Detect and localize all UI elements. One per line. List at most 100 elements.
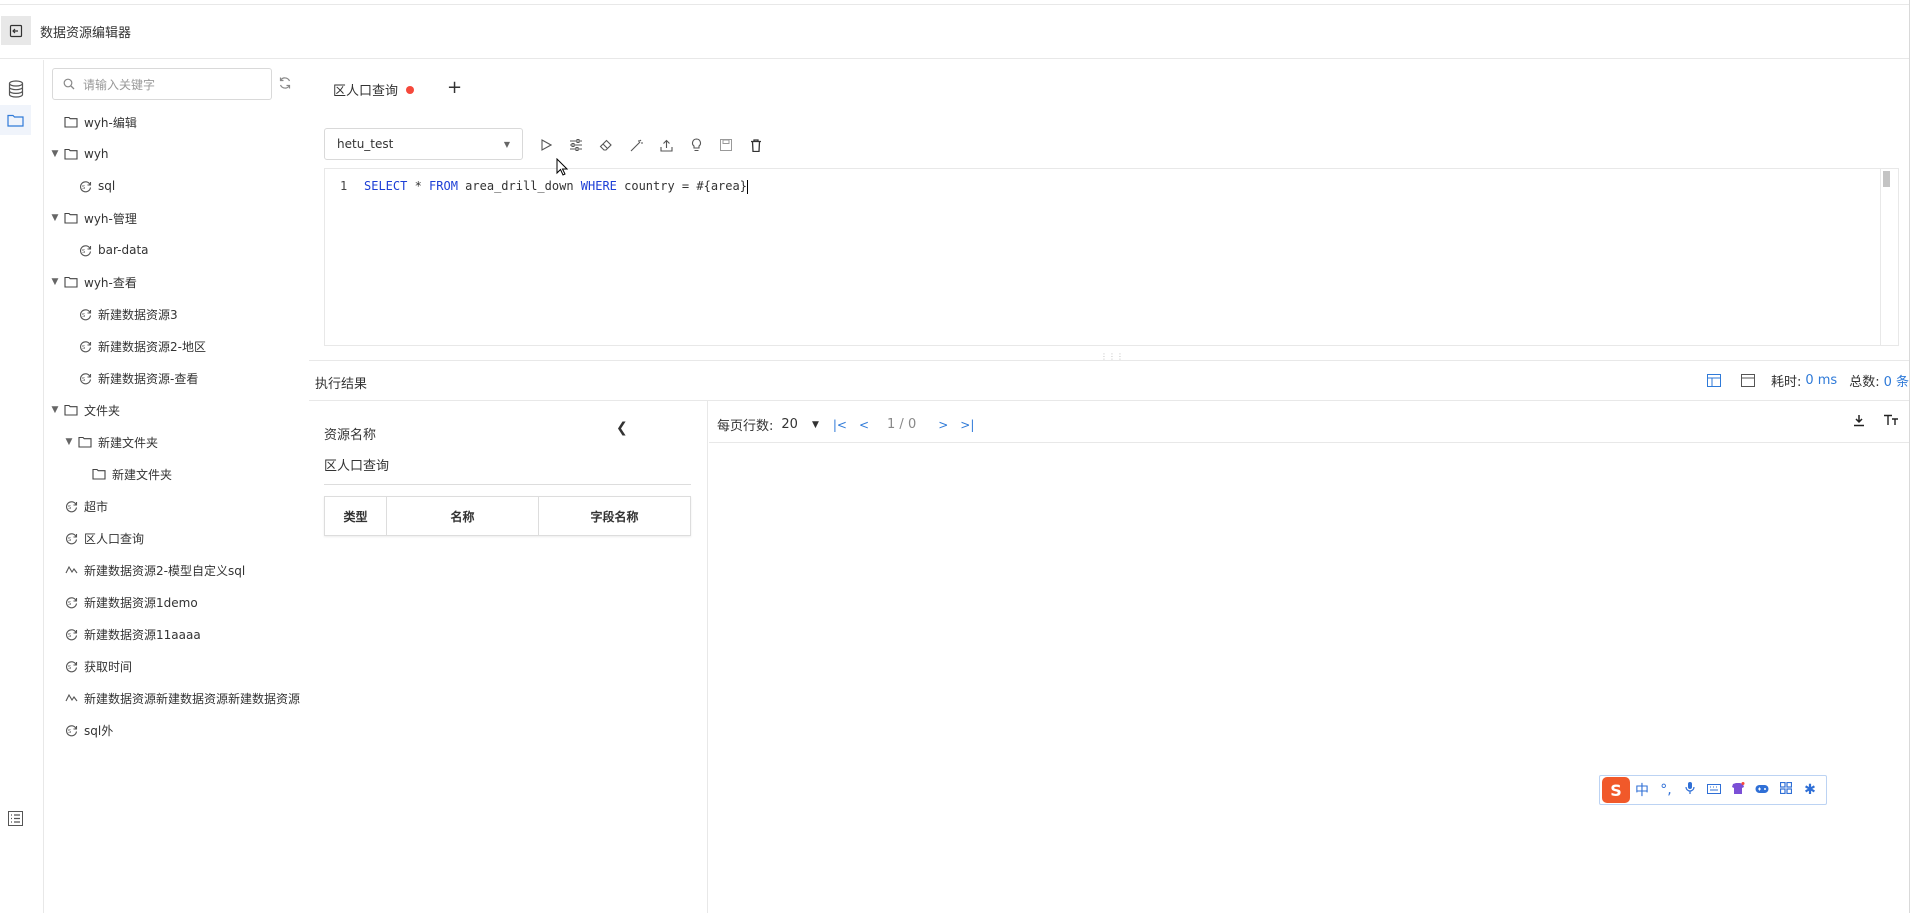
caret-down-icon[interactable]: ▼ [48,405,62,415]
drag-handle-icon[interactable]: ⋮⋮⋮ [1100,352,1124,361]
left-rail [0,60,44,913]
editor-scrollbar[interactable] [1880,169,1892,345]
keyboard-icon[interactable] [1702,782,1726,798]
data-actions [1853,414,1899,431]
rail-list[interactable] [0,803,31,833]
run-button[interactable] [531,134,561,156]
tree-item-sql[interactable]: S 获取时间 [44,650,309,682]
sql-keyword: WHERE [580,179,617,193]
caret-down-icon[interactable]: ▼ [48,213,62,223]
tree-item-sql[interactable]: Ssql [44,170,309,202]
export-button[interactable] [651,134,681,156]
mouse-pointer-icon [556,158,568,176]
tree-item-folder[interactable]: ▼ wyh-管理 [44,202,309,234]
tree-item-sql[interactable]: S 新建数据资源1demo [44,586,309,618]
tree-item-folder[interactable]: 新建文件夹 [44,458,309,490]
tree-item-sql[interactable]: Sbar-data [44,234,309,266]
scrollbar-thumb[interactable] [1883,171,1890,187]
hint-button[interactable] [681,134,711,156]
sql-editor[interactable]: 1 SELECT * FROM area_drill_down WHERE co… [324,168,1899,346]
first-page-button[interactable]: |< [833,418,847,432]
tree-item-sql[interactable]: S 超市 [44,490,309,522]
tree-item-folder[interactable]: ▼ wyh-查看 [44,266,309,298]
resource-name-label: 资源名称 [324,428,377,443]
svg-text:S: S [82,313,85,319]
tree-item-folder[interactable]: ▼ 文件夹 [44,394,309,426]
column-header-type[interactable]: 类型 [325,497,387,535]
resource-sidebar: 请输入关键字 wyh-编辑 ▼ wyh Ssql ▼ wyh-管理 Sbar-data ▼ wy… [44,60,309,913]
page-size-select[interactable]: 20 ▼ [781,417,818,432]
save-button[interactable] [711,134,741,156]
apps-grid-icon[interactable] [1774,781,1798,798]
eraser-icon [599,139,612,151]
sql-resource-icon: S [62,500,80,513]
ime-logo[interactable]: S [1602,777,1630,803]
svg-text:S: S [68,505,71,511]
magic-wand-icon [630,139,643,151]
rail-folder[interactable] [0,105,31,135]
elapsed-label: 耗时: [1770,375,1802,390]
prev-page-button[interactable]: < [859,418,869,432]
column-header-field-name[interactable]: 字段名称 [539,497,690,535]
svg-text:S: S [82,185,85,191]
tree-item-sql[interactable]: S 新建数据资源11aaaa [44,618,309,650]
panel-icon [1740,374,1755,387]
clear-button[interactable] [591,134,621,156]
tree-item-sql[interactable]: Ssql外 [44,714,309,746]
datasource-select[interactable]: hetu_test ▼ [324,128,523,160]
format-button[interactable] [621,134,651,156]
collapse-button[interactable]: ❮ [616,420,628,436]
layout-toggle-button[interactable] [1697,374,1731,387]
add-tab-button[interactable]: + [447,77,462,98]
tree-item-folder[interactable]: wyh-编辑 [44,106,309,138]
svg-text:S: S [68,601,71,607]
tree-item-label: bar-data [98,243,149,257]
microphone-icon[interactable] [1678,781,1702,799]
app-title: 数据资源编辑器 [40,26,132,41]
svg-text:S: S [82,249,85,255]
sql-text: country = #{area} [616,179,747,193]
back-button[interactable] [1,16,31,45]
ime-language-toggle[interactable]: 中 [1630,780,1654,800]
tree-item-label: 新建文件夹 [112,467,173,482]
caret-down-icon[interactable]: ▼ [62,437,76,447]
refresh-button[interactable] [278,76,292,94]
skin-icon[interactable] [1726,782,1750,798]
column-header-name[interactable]: 名称 [387,497,539,535]
tree-item-sql[interactable]: S 新建数据资源-查看 [44,362,309,394]
search-input[interactable]: 请输入关键字 [52,68,272,100]
tree-item-sql[interactable]: S 区人口查询 [44,522,309,554]
game-icon[interactable] [1750,782,1774,798]
panel-toggle-button[interactable] [1731,374,1765,387]
svg-text:S: S [68,537,71,543]
tree-item-label: wyh-编辑 [84,115,137,130]
next-page-button[interactable]: > [938,418,948,432]
params-button[interactable] [561,134,591,156]
list-icon [8,810,23,826]
settings-gear-icon[interactable]: ✱ [1798,782,1822,798]
tab-query[interactable]: 区人口查询 [333,80,415,99]
svg-text:S: S [82,377,85,383]
tree-item-label: 新建数据资源1demo [84,595,198,610]
refresh-icon [279,77,291,89]
caret-down-icon[interactable]: ▼ [48,149,62,159]
tree-item-label: 新建数据资源2-模型自定义sql [84,563,246,578]
sql-resource-icon: S [62,596,80,609]
punctuation-icon[interactable]: °, [1654,782,1678,798]
tree-item-folder[interactable]: ▼ wyh [44,138,309,170]
page-size-label: 每页行数: [717,419,774,434]
rail-database[interactable] [0,74,31,104]
last-page-button[interactable]: >| [960,418,974,432]
tree-item-sql[interactable]: S 新建数据资源3 [44,298,309,330]
play-icon [541,139,552,151]
tree-item-sql[interactable]: S 新建数据资源2-地区 [44,330,309,362]
font-size-button[interactable] [1883,414,1899,431]
tree-item-label: sql [98,179,116,193]
tree-item-model[interactable]: 新建数据资源2-模型自定义sql [44,554,309,586]
caret-down-icon[interactable]: ▼ [48,277,62,287]
download-button[interactable] [1853,414,1865,431]
tree-item-model[interactable]: 新建数据资源新建数据资源新建数据资源 [44,682,309,714]
tree-item-folder[interactable]: ▼ 新建文件夹 [44,426,309,458]
sql-resource-icon: S [62,660,80,673]
delete-button[interactable] [741,134,771,156]
